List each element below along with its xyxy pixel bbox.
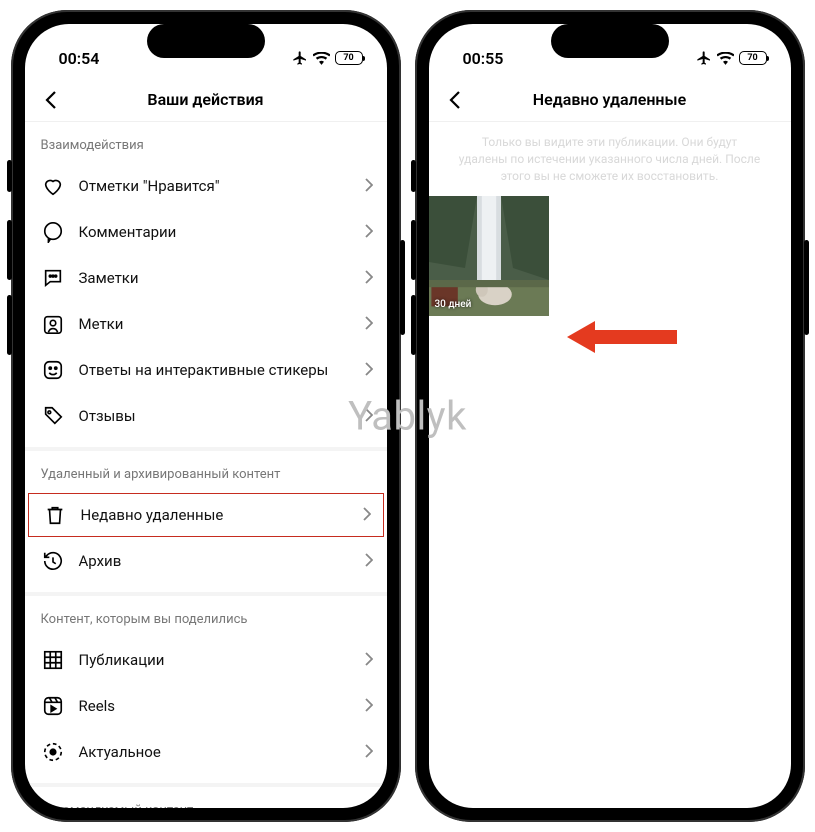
chevron-right-icon [365,361,373,380]
list-label: Публикации [79,651,351,669]
chevron-right-icon [365,177,373,196]
notes-row[interactable]: Заметки [25,255,387,301]
chevron-right-icon [365,651,373,670]
dynamic-island [147,24,265,58]
nav-header: Недавно удаленные [429,78,791,122]
list-label: Ответы на интерактивные стикеры [79,361,351,379]
recently-deleted-row[interactable]: Недавно удаленные [27,492,385,538]
likes-row[interactable]: Отметки "Нравится" [25,163,387,209]
history-icon [41,549,65,573]
comment-icon [41,220,65,244]
deleted-grid: 30 дней [429,196,791,316]
section-header-interactions: Взаимодействия [25,122,387,163]
list-label: Недавно удаленные [81,506,349,524]
trash-icon [43,503,67,527]
chevron-right-icon [365,552,373,571]
pricetag-icon [41,404,65,428]
chevron-left-icon [449,90,461,110]
list-label: Отзывы [79,407,351,425]
list-label: Заметки [79,269,351,287]
sticker-replies-row[interactable]: Ответы на интерактивные стикеры [25,347,387,393]
highlight-icon [41,740,65,764]
chevron-right-icon [365,223,373,242]
deleted-thumb[interactable]: 30 дней [429,196,549,316]
page-title: Ваши действия [147,90,263,109]
list-label: Актуальное [79,743,351,761]
back-button[interactable] [441,86,469,114]
side-button [7,160,12,192]
reels-icon [41,694,65,718]
chevron-left-icon [45,90,57,110]
battery-icon: 70 [335,51,363,65]
volume-up-button [7,220,12,280]
sticker-icon [41,358,65,382]
info-text: Только вы видите эти публикации. Они буд… [429,122,791,196]
dynamic-island [551,24,669,58]
airplane-icon [292,50,308,66]
battery-icon: 70 [739,51,767,65]
chevron-right-icon [365,269,373,288]
side-button [411,160,416,192]
chevron-right-icon [365,315,373,334]
section-header-shared: Контент, которым вы поделились [25,596,387,637]
back-button[interactable] [37,86,65,114]
screen-left: 00:54 70 Ваши действия Взаимодействия От… [25,24,387,808]
chevron-right-icon [365,743,373,762]
content-scroll[interactable]: Только вы видите эти публикации. Они буд… [429,122,791,808]
chevron-right-icon [363,506,371,525]
page-title: Недавно удаленные [533,90,686,109]
airplane-icon [696,50,712,66]
section-header-recommended: Рекомендуемый контент [25,787,387,808]
wifi-icon [717,52,734,65]
status-time: 00:55 [463,49,504,68]
tags-row[interactable]: Метки [25,301,387,347]
wifi-icon [313,52,330,65]
list-label: Метки [79,315,351,333]
list-label: Архив [79,552,351,570]
reels-row[interactable]: Reels [25,683,387,729]
phone-left: 00:54 70 Ваши действия Взаимодействия От… [11,10,401,822]
note-icon [41,266,65,290]
days-badge: 30 дней [435,299,472,310]
list-label: Отметки "Нравится" [79,177,351,195]
volume-down-button [411,295,416,355]
list-label: Reels [79,697,351,715]
reviews-row[interactable]: Отзывы [25,393,387,439]
comments-row[interactable]: Комментарии [25,209,387,255]
screen-right: 00:55 70 Недавно удаленные Только вы вид… [429,24,791,808]
chevron-right-icon [365,697,373,716]
tag-person-icon [41,312,65,336]
phone-right: 00:55 70 Недавно удаленные Только вы вид… [415,10,805,822]
archive-row[interactable]: Архив [25,538,387,584]
heart-icon [41,174,65,198]
chevron-right-icon [365,407,373,426]
status-indicators: 70 [696,50,767,66]
power-button [400,240,405,335]
section-header-deleted: Удаленный и архивированный контент [25,451,387,492]
content-scroll[interactable]: Взаимодействия Отметки "Нравится" Коммен… [25,122,387,808]
annotation-arrow [567,317,677,357]
volume-up-button [411,220,416,280]
posts-row[interactable]: Публикации [25,637,387,683]
highlights-row[interactable]: Актуальное [25,729,387,775]
status-indicators: 70 [292,50,363,66]
power-button [804,240,809,335]
volume-down-button [7,295,12,355]
status-time: 00:54 [59,49,100,68]
grid-icon [41,648,65,672]
nav-header: Ваши действия [25,78,387,122]
list-label: Комментарии [79,223,351,241]
